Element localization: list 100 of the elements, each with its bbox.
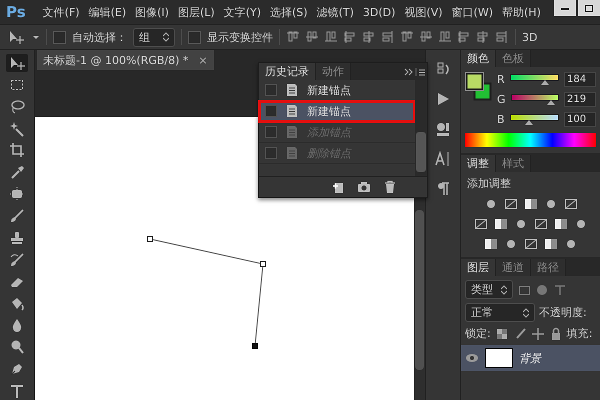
color-swatches-drawing[interactable] xyxy=(465,72,493,102)
align-icon[interactable] xyxy=(362,30,376,44)
brush-arrow-icon[interactable] xyxy=(9,252,25,268)
menu-item[interactable]: 滤镜(T) xyxy=(316,4,354,20)
scrollbar-thumb[interactable] xyxy=(415,210,424,370)
align-icon[interactable] xyxy=(286,30,300,44)
channel-value-field[interactable]: 100 xyxy=(564,112,596,127)
adjustment-icon[interactable] xyxy=(544,237,558,251)
document-icon xyxy=(285,125,299,139)
eyedropper-icon[interactable] xyxy=(9,164,25,180)
panel-tab[interactable]: 色板 xyxy=(496,50,531,67)
new-document-icon[interactable] xyxy=(331,180,345,194)
camera-icon[interactable] xyxy=(357,180,371,194)
document-icon xyxy=(285,146,299,160)
paragraph-icon[interactable] xyxy=(435,181,451,197)
crop-icon[interactable] xyxy=(9,142,25,158)
align-icon[interactable] xyxy=(476,30,490,44)
slider-thumb[interactable] xyxy=(547,100,556,104)
align-icon[interactable] xyxy=(343,30,357,44)
menu-item[interactable]: 帮助(H) xyxy=(502,4,541,20)
adjustment-icon[interactable] xyxy=(474,217,488,231)
layer-row[interactable]: 背景 xyxy=(461,345,600,371)
channel-value-field[interactable]: 184 xyxy=(564,72,596,87)
scrollbar-thumb[interactable] xyxy=(416,132,426,172)
adjustment-filter-icon[interactable] xyxy=(535,282,549,296)
adjustment-icon[interactable] xyxy=(564,197,578,211)
align-icon[interactable] xyxy=(495,30,509,44)
app-logo: Ps xyxy=(6,3,26,21)
auto-select-dropdown[interactable]: 组 xyxy=(133,28,175,46)
checker-icon[interactable] xyxy=(494,326,509,340)
magic-wand-icon[interactable] xyxy=(9,120,25,137)
character-icon[interactable] xyxy=(435,151,451,167)
spinner-arrows-icon[interactable] xyxy=(523,308,529,318)
play-icon[interactable] xyxy=(435,91,451,107)
menu-item[interactable]: 图层(L) xyxy=(178,4,215,20)
move-tool-icon[interactable] xyxy=(9,54,25,71)
panel-tab[interactable]: 样式 xyxy=(496,155,531,172)
layer-name: 背景 xyxy=(519,350,541,366)
panel-tab[interactable]: 颜色 xyxy=(461,50,496,67)
close-button[interactable]: × xyxy=(198,54,208,66)
restore-icon xyxy=(583,2,595,14)
align-icon[interactable] xyxy=(457,30,471,44)
move-tool-icon[interactable] xyxy=(8,29,26,45)
adjustment-icon[interactable] xyxy=(554,217,568,231)
auto-select-checkbox[interactable] xyxy=(53,30,66,44)
type-filter-icon[interactable] xyxy=(553,282,567,296)
menu-item[interactable]: 文件(F) xyxy=(42,4,80,20)
adjustment-icon[interactable] xyxy=(494,217,508,231)
align-icon[interactable] xyxy=(305,30,319,44)
adjustment-icon[interactable] xyxy=(534,217,548,231)
panel-tab[interactable]: 动作 xyxy=(316,63,351,80)
document-tab[interactable]: 未标题-1 @ 100%(RGB/8) * × xyxy=(37,50,214,70)
panel-tab[interactable]: 路径 xyxy=(531,259,566,276)
panel-tab[interactable]: 历史记录 xyxy=(259,63,316,80)
color-spectrum[interactable] xyxy=(465,133,596,147)
show-transform-label: 显示变换控件 xyxy=(207,30,273,44)
spinner-arrows-icon[interactable] xyxy=(163,32,169,42)
panel-menu-icon[interactable] xyxy=(403,66,427,78)
align-icon[interactable] xyxy=(400,30,414,44)
blend-mode-dropdown[interactable]: 正常 xyxy=(465,303,535,322)
adjustment-icon[interactable] xyxy=(524,197,538,211)
lasso-icon[interactable] xyxy=(9,98,25,115)
adjustment-icon[interactable] xyxy=(484,237,498,251)
mode-label: 3D xyxy=(522,30,538,44)
stamp-icon[interactable] xyxy=(9,230,25,246)
restore-button[interactable] xyxy=(578,0,600,16)
menu-item[interactable]: 3D(D) xyxy=(362,6,396,18)
menu-item[interactable]: 视图(V) xyxy=(404,4,443,20)
adjustment-icon[interactable] xyxy=(504,197,518,211)
adjustment-icon[interactable] xyxy=(524,237,538,251)
history-icon[interactable] xyxy=(435,61,451,77)
menu-item[interactable]: 选择(S) xyxy=(270,4,308,20)
align-icon[interactable] xyxy=(438,30,452,44)
menu-item[interactable]: 窗口(W) xyxy=(452,4,493,20)
panel-tab[interactable]: 通道 xyxy=(496,259,531,276)
align-icon[interactable] xyxy=(419,30,433,44)
align-icon[interactable] xyxy=(381,30,395,44)
caret-icon[interactable] xyxy=(32,33,40,41)
menu-item[interactable]: 图像(I) xyxy=(135,4,169,20)
history-item[interactable]: 新建锚点 xyxy=(259,101,415,122)
text-tool-icon[interactable] xyxy=(9,383,25,400)
align-icon[interactable] xyxy=(324,30,338,44)
channel-value-field[interactable]: 219 xyxy=(564,92,596,107)
minimize-button[interactable] xyxy=(554,0,576,16)
spinner-arrows-icon[interactable] xyxy=(501,284,507,294)
panel-tab[interactable]: 调整 xyxy=(461,155,496,172)
lock-label: 锁定: xyxy=(465,326,491,341)
bucket-icon[interactable] xyxy=(9,296,25,312)
layer-filter-dropdown[interactable]: 类型 xyxy=(465,280,513,299)
panel-title: 添加调整 xyxy=(467,176,511,191)
panel-tab[interactable]: 图层 xyxy=(461,259,496,276)
eye-icon[interactable] xyxy=(465,353,479,363)
menu-item[interactable]: 编辑(E) xyxy=(88,4,126,20)
opacity-label: 不透明度: xyxy=(539,305,587,320)
channel-label: B xyxy=(497,113,505,126)
slider-thumb[interactable] xyxy=(540,80,549,84)
show-transform-checkbox[interactable] xyxy=(188,30,201,44)
trash-icon[interactable] xyxy=(383,180,397,194)
menu-item[interactable]: 文字(Y) xyxy=(224,4,261,20)
slider-thumb[interactable] xyxy=(525,120,534,124)
